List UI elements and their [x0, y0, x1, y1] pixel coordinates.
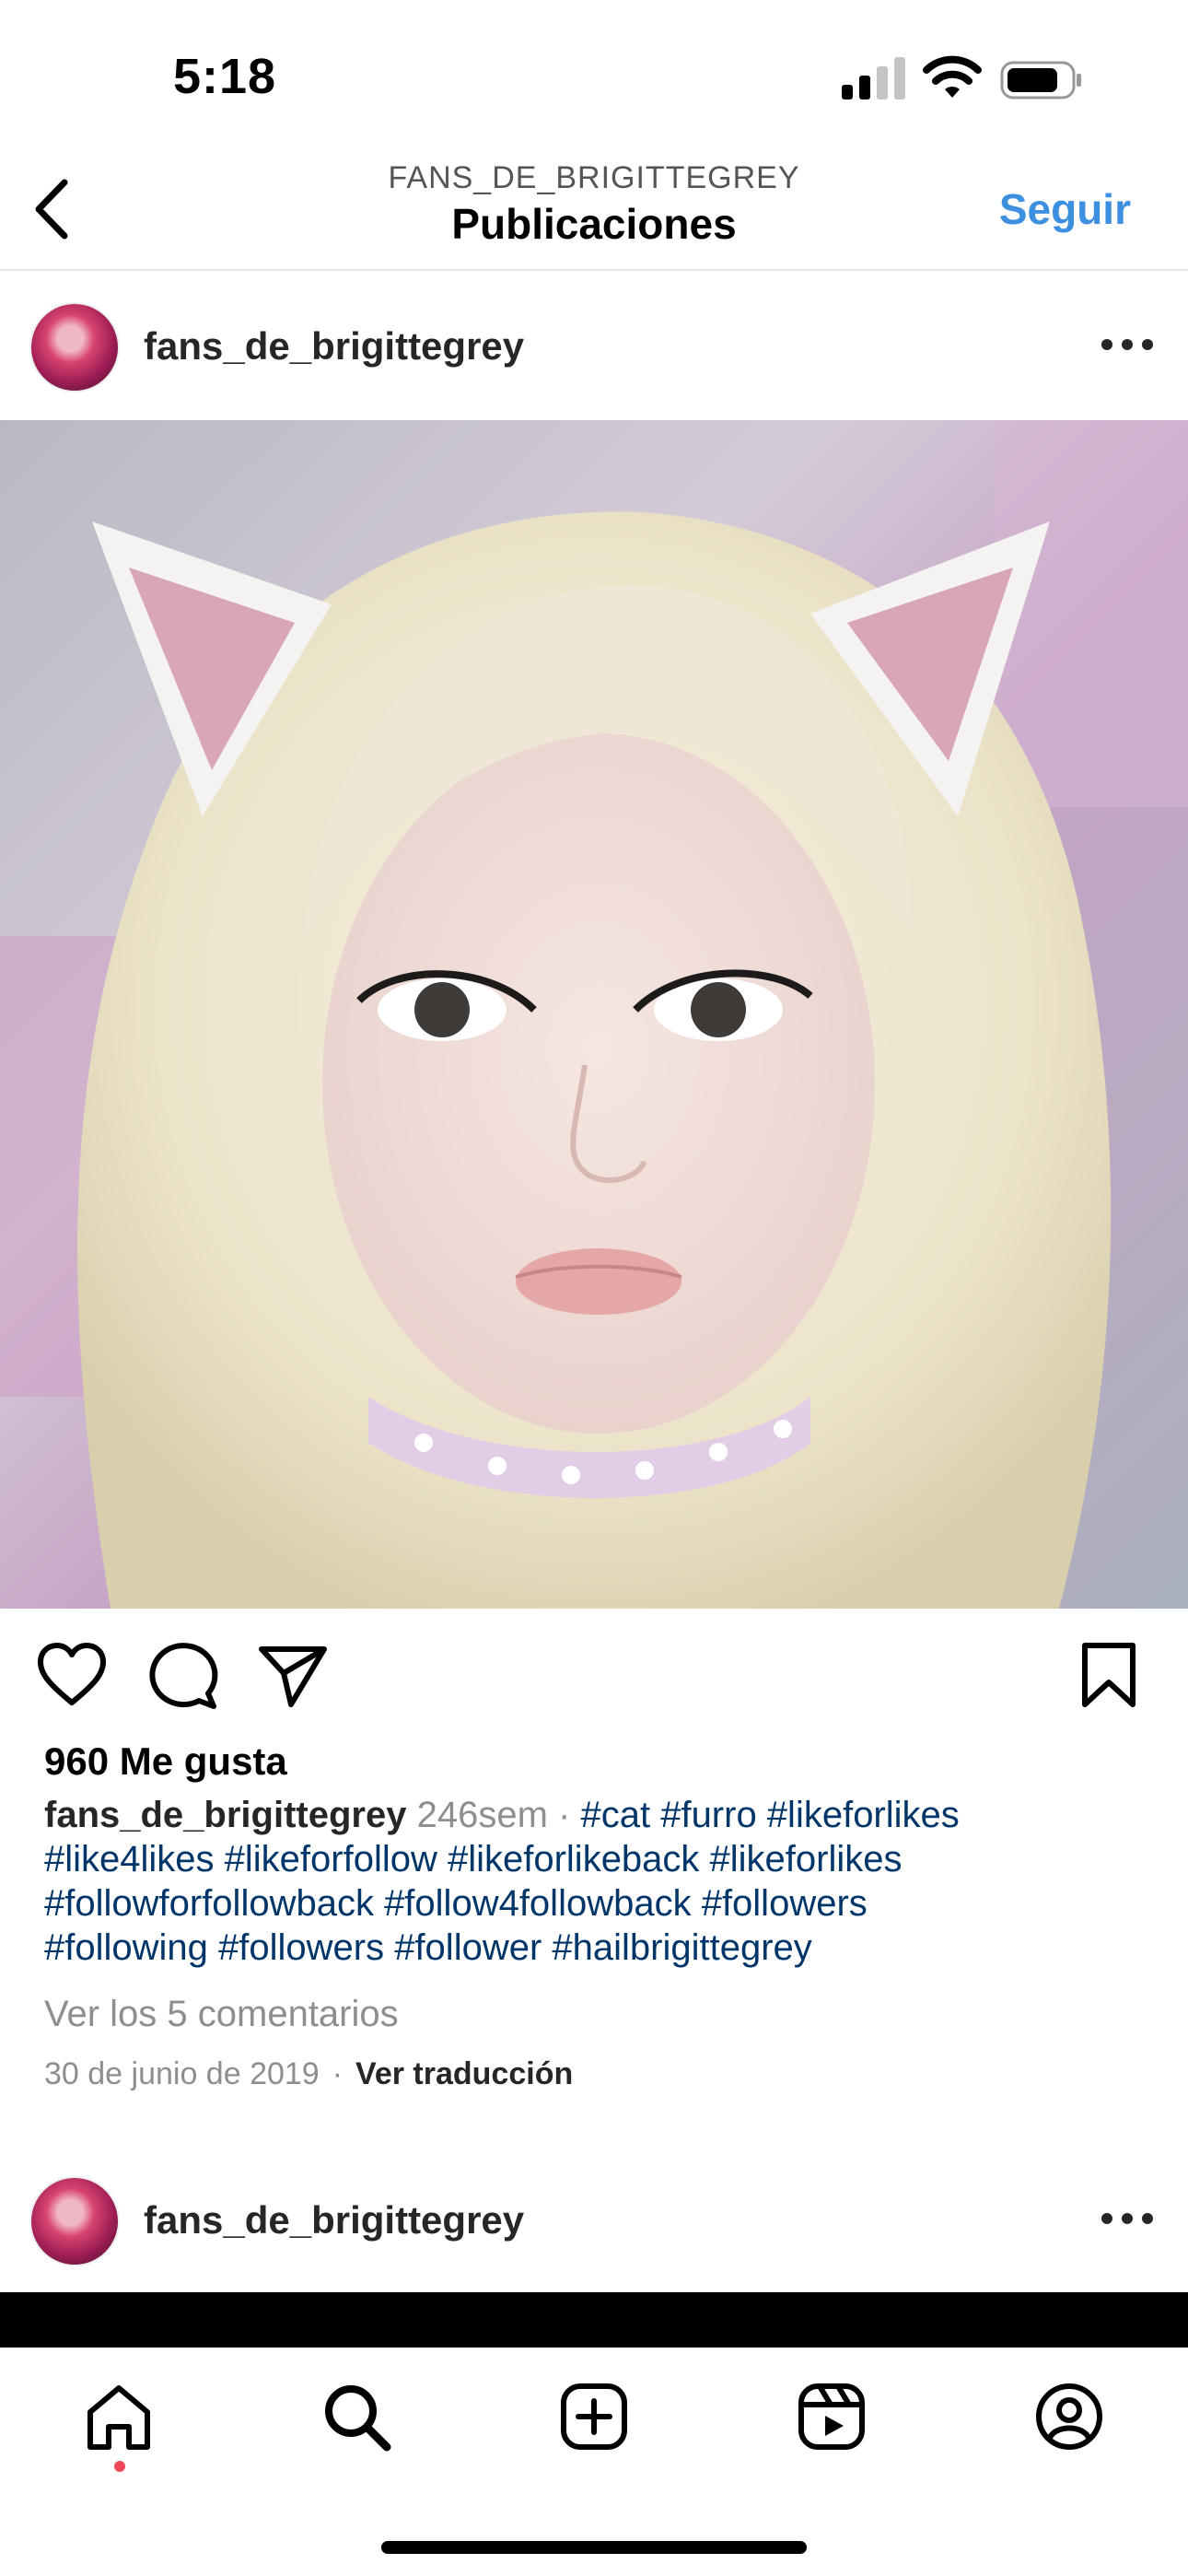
- more-options-icon[interactable]: [1100, 2209, 1155, 2228]
- avatar[interactable]: [29, 302, 120, 392]
- likes-count[interactable]: 960 Me gusta: [44, 1739, 287, 1784]
- bookmark-icon[interactable]: [1072, 1638, 1146, 1712]
- battery-icon: [1000, 61, 1081, 100]
- reels-icon[interactable]: [796, 2381, 868, 2453]
- signal-icon: [842, 57, 905, 100]
- post-image[interactable]: [0, 420, 1188, 1609]
- avatar[interactable]: [29, 2176, 120, 2266]
- post-date-row: 30 de junio de 2019 · Ver traducción: [44, 2056, 573, 2092]
- notification-dot: [114, 2461, 125, 2472]
- caption-username[interactable]: fans_de_brigittegrey: [44, 1795, 406, 1835]
- hashtags-line-1[interactable]: #cat #furro #likeforlikes: [580, 1795, 959, 1835]
- hashtags-line-3[interactable]: #followforfollowback #follow4followback …: [44, 1881, 1149, 1926]
- post-date: 30 de junio de 2019: [44, 2056, 320, 2091]
- translate-link[interactable]: Ver traducción: [355, 2056, 573, 2091]
- status-time: 5:18: [173, 49, 277, 104]
- caption-line-1: fans_de_brigittegrey 246sem · #cat #furr…: [44, 1793, 1149, 1837]
- post-username[interactable]: fans_de_brigittegrey: [144, 324, 524, 369]
- post-video[interactable]: [0, 2292, 1188, 2348]
- caption-time: 246sem: [416, 1795, 548, 1835]
- hashtags-line-2[interactable]: #like4likes #likeforfollow #likeforlikeb…: [44, 1837, 1149, 1881]
- comment-icon[interactable]: [146, 1638, 219, 1712]
- home-icon[interactable]: [83, 2381, 155, 2453]
- wifi-icon: [923, 55, 982, 98]
- view-comments-link[interactable]: Ver los 5 comentarios: [44, 1994, 399, 2035]
- search-icon[interactable]: [320, 2381, 392, 2453]
- heart-icon[interactable]: [35, 1638, 109, 1712]
- header-divider: [0, 269, 1188, 271]
- home-indicator[interactable]: [381, 2541, 807, 2554]
- follow-button[interactable]: Seguir: [999, 184, 1131, 234]
- more-options-icon[interactable]: [1100, 335, 1155, 354]
- post-caption: fans_de_brigittegrey 246sem · #cat #furr…: [44, 1793, 1149, 1970]
- post-username[interactable]: fans_de_brigittegrey: [144, 2198, 524, 2242]
- date-separator: ·: [332, 2056, 344, 2091]
- hashtags-line-4[interactable]: #following #followers #follower #hailbri…: [44, 1926, 1149, 1970]
- send-icon[interactable]: [256, 1638, 330, 1712]
- caption-dot: ·: [558, 1795, 571, 1835]
- plus-square-icon[interactable]: [558, 2381, 630, 2453]
- profile-icon[interactable]: [1033, 2381, 1105, 2453]
